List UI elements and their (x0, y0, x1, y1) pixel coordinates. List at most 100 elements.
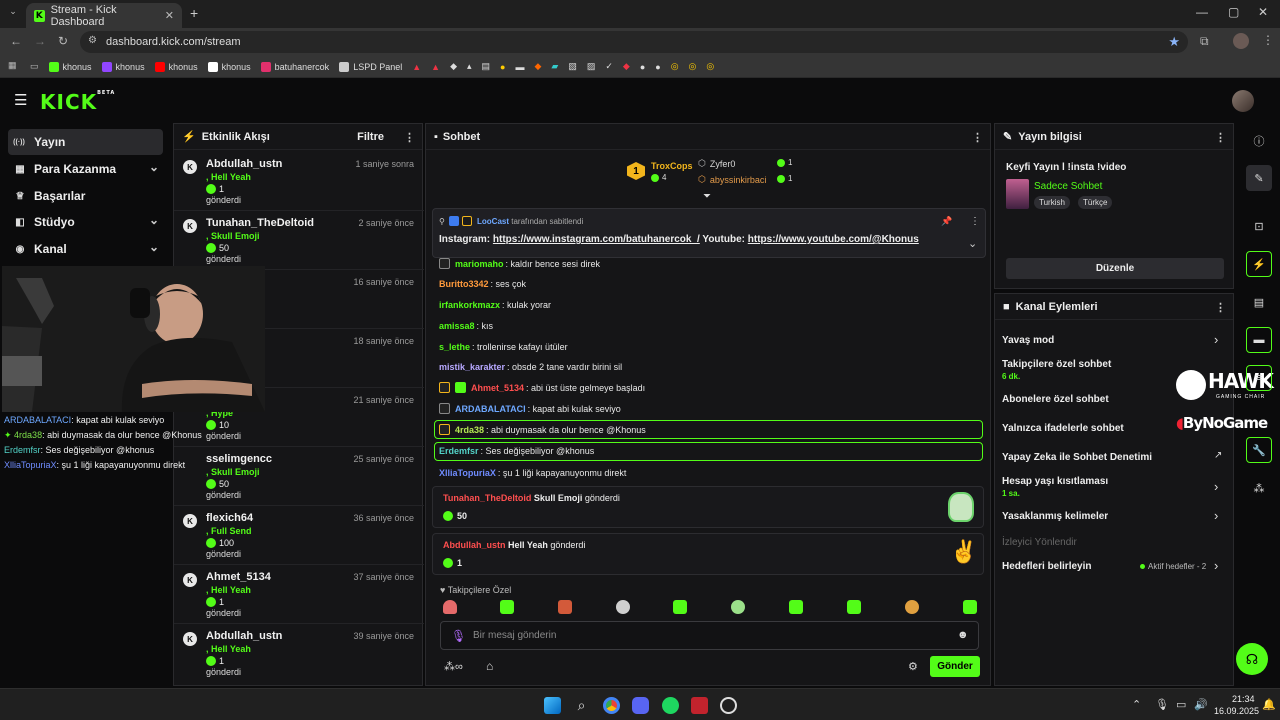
bookmark-favicon-icon[interactable]: ◆ (534, 61, 541, 72)
taskbar-time[interactable]: 21:34 (1232, 694, 1255, 704)
expand-leaderboard-icon[interactable]: ⏷ (703, 191, 711, 202)
support-button[interactable]: ☊ (1236, 643, 1268, 675)
activity-user[interactable]: Abdullah_ustn (206, 158, 282, 170)
sidebar-item-yayin[interactable]: ((·)) Yayın (8, 129, 163, 155)
hamburger-menu-icon[interactable]: ☰ (14, 91, 27, 109)
close-window-icon[interactable]: ✕ (1258, 5, 1268, 19)
wrench-icon[interactable]: 🔧 (1246, 437, 1272, 463)
sidebar-item-kanal[interactable]: ◉ Kanal ⌄ (8, 236, 163, 262)
info-icon[interactable]: ⓘ (1246, 128, 1272, 154)
user-avatar[interactable] (1232, 90, 1254, 112)
activity-more-icon[interactable]: ⋮ (404, 131, 415, 144)
emoji-picker-icon[interactable]: ☻ (957, 629, 969, 641)
bookmark-item[interactable]: LSPD Panel (339, 61, 402, 72)
url-field[interactable]: ⚙ dashboard.kick.com/stream ★ (80, 31, 1188, 53)
taskbar-date[interactable]: 16.09.2025 (1214, 706, 1259, 716)
leaderboard-first-user[interactable]: TroxCops (651, 161, 693, 171)
chevron-right-icon[interactable]: › (1214, 332, 1218, 347)
bookmark-favicon-icon[interactable]: ▨ (587, 61, 596, 72)
store-icon[interactable]: ⌂ (486, 659, 493, 673)
screenshot-icon[interactable]: ⊡ (1246, 213, 1272, 239)
action-viewer-redirect[interactable]: İzleyici Yönlendir (1002, 537, 1077, 548)
list-icon[interactable]: ≡ (1246, 365, 1272, 391)
community-icon[interactable]: ⁂∞ (444, 660, 463, 673)
chevron-right-icon[interactable]: › (1214, 508, 1218, 523)
action-slow-mode[interactable]: Yavaş mod (1002, 335, 1054, 346)
bookmark-favicon-icon[interactable]: ● (655, 62, 660, 72)
site-info-icon[interactable]: ⚙ (88, 35, 97, 46)
bookmark-favicon-icon[interactable]: ◆ (450, 61, 457, 72)
tab-close-icon[interactable]: ✕ (165, 9, 174, 22)
chat-icon[interactable]: ▬ (1246, 327, 1272, 353)
tab-search-icon[interactable]: ⌄ (6, 6, 20, 20)
document-icon[interactable]: ▤ (1246, 289, 1272, 315)
tray-volume-icon[interactable]: 🔊 (1194, 698, 1208, 711)
chrome-icon[interactable] (603, 697, 620, 714)
bookmark-item[interactable]: batuhanercok (260, 61, 329, 72)
bookmark-favicon-icon[interactable]: ▧ (568, 61, 577, 72)
action-followers-only[interactable]: Takipçilere özel sohbet (1002, 359, 1111, 370)
notifications-icon[interactable]: 🔔 (1262, 698, 1276, 711)
bookmark-favicon-icon[interactable]: ▲ (412, 62, 421, 72)
bookmark-item[interactable]: khonus (154, 61, 198, 72)
forward-icon[interactable]: → (34, 34, 46, 48)
filter-button[interactable]: Filtre (357, 131, 384, 143)
chat-settings-icon[interactable]: ⚙ (908, 660, 918, 673)
browser-menu-icon[interactable]: ⋮ (1262, 33, 1274, 47)
emote-icon[interactable] (558, 600, 572, 614)
action-set-goals[interactable]: Hedefleri belirleyin (1002, 561, 1091, 572)
browser-tab-active[interactable]: K Stream - Kick Dashboard ✕ (26, 3, 182, 28)
chevron-down-icon[interactable]: ⌄ (968, 237, 977, 250)
kick-logo[interactable]: KICKBETA (40, 90, 115, 114)
bookmark-item[interactable]: khonus (48, 61, 92, 72)
activity-user[interactable]: Tunahan_TheDeltoid (206, 217, 314, 229)
bookmark-item[interactable]: khonus (101, 61, 145, 72)
category-link[interactable]: Sadece Sohbet (1034, 181, 1102, 192)
apps-grid-icon[interactable]: ▦ (8, 60, 17, 71)
chevron-right-icon[interactable]: › (1214, 558, 1218, 573)
emote-icon[interactable] (443, 600, 457, 614)
pinned-more-icon[interactable]: ⋮ (970, 216, 980, 227)
bookmark-favicon-icon[interactable]: ▰ (551, 61, 558, 72)
extensions-icon[interactable]: ⧉ (1200, 34, 1209, 49)
bookmark-favicon-icon[interactable]: ◎ (671, 61, 679, 72)
pinned-link[interactable]: https://www.youtube.com/@Khonus (748, 234, 919, 245)
emote-icon[interactable] (500, 600, 514, 614)
sidebar-item-para-kazanma[interactable]: ▦ Para Kazanma ⌄ (8, 156, 163, 182)
activity-user[interactable]: Ahmet_5134 (206, 571, 271, 583)
lightning-icon[interactable]: ⚡ (1246, 251, 1272, 277)
activity-user[interactable]: Abdullah_ustn (206, 630, 282, 642)
bookmark-favicon-icon[interactable]: ● (500, 62, 505, 72)
new-tab-icon[interactable]: + (190, 5, 198, 21)
minimize-icon[interactable]: — (1196, 5, 1208, 19)
chevron-right-icon[interactable]: › (1214, 479, 1218, 494)
tray-mic-icon[interactable]: 🎙 (1155, 698, 1169, 711)
action-subscribers-only[interactable]: Abonelere özel sohbet (1002, 394, 1109, 405)
external-link-icon[interactable]: ↗ (1214, 450, 1222, 461)
tag-chip[interactable]: Turkish (1034, 196, 1070, 209)
profile-avatar[interactable] (1233, 33, 1249, 49)
tray-display-icon[interactable]: ▭ (1176, 698, 1186, 711)
bookmark-favicon-icon[interactable]: ◎ (706, 61, 714, 72)
activity-user[interactable]: flexich64 (206, 512, 253, 524)
maximize-icon[interactable]: ▢ (1228, 5, 1239, 19)
send-button[interactable]: Gönder (930, 656, 980, 677)
bookmark-star-icon[interactable]: ★ (1168, 34, 1180, 50)
leaderboard-second[interactable]: ⬡ Zyfer0 (698, 158, 735, 169)
bookmark-favicon-icon[interactable]: ✓ (605, 61, 613, 72)
bookmark-favicon-icon[interactable]: ◆ (623, 61, 630, 72)
bookmark-favicon-icon[interactable]: ▲ (431, 62, 440, 72)
chat-more-icon[interactable]: ⋮ (972, 131, 983, 144)
activity-user[interactable]: sselimgencc (206, 453, 272, 465)
emote-icon[interactable] (616, 600, 630, 614)
bookmark-favicon-icon[interactable]: ▴ (467, 61, 472, 72)
unpin-icon[interactable]: 📌 (941, 216, 952, 227)
windows-start-icon[interactable] (544, 697, 561, 714)
sidebar-item-basarilar[interactable]: ♕ Başarılar (8, 183, 163, 209)
emote-icon[interactable] (673, 600, 687, 614)
stream-info-more-icon[interactable]: ⋮ (1215, 131, 1226, 144)
folder-icon[interactable]: ▭ (30, 61, 39, 72)
edit-stream-button[interactable]: Düzenle (1006, 258, 1224, 279)
reload-icon[interactable]: ↻ (58, 34, 68, 48)
spotify-icon[interactable] (662, 697, 679, 714)
